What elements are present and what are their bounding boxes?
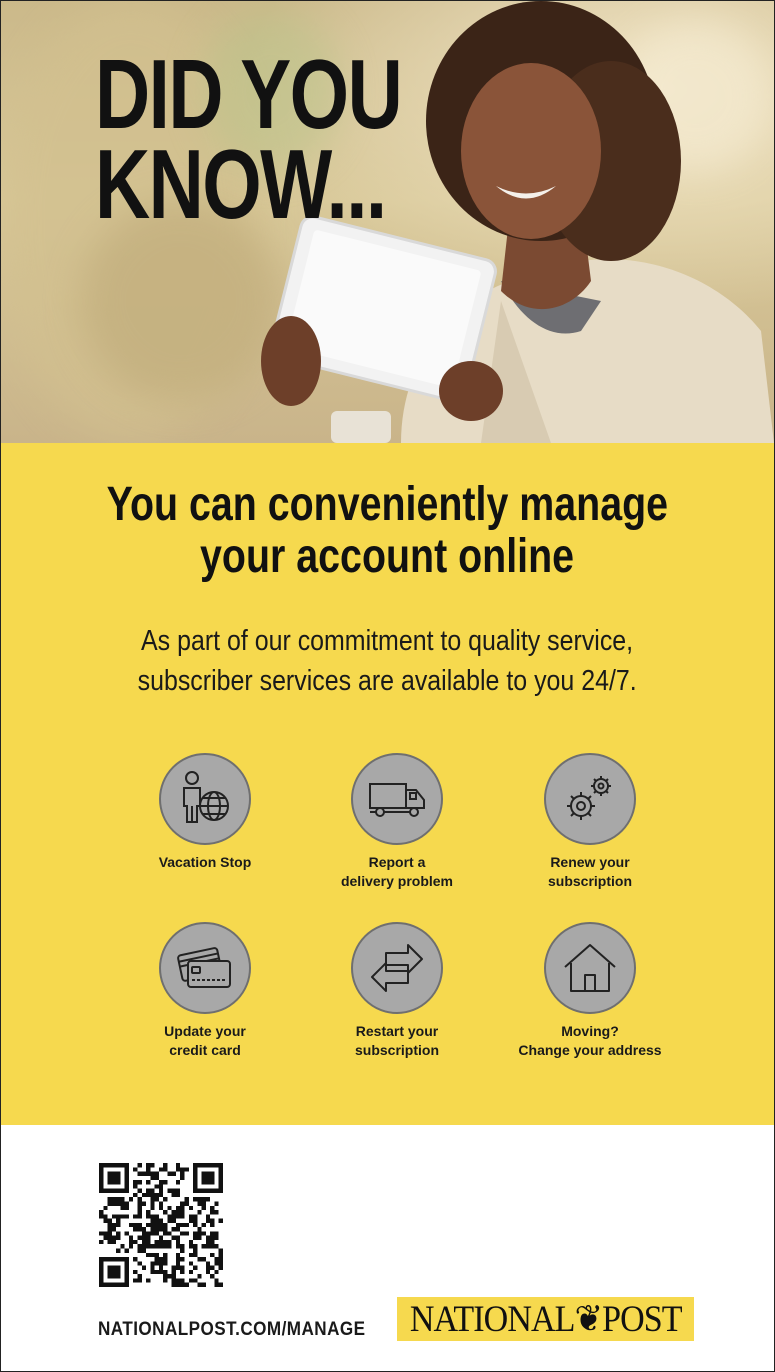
headline-line2: your account online <box>200 530 575 583</box>
service-vacation-stop[interactable]: Vacation Stop <box>105 753 305 872</box>
gears-icon <box>567 776 611 820</box>
gears-icon-circle <box>544 753 636 845</box>
person-globe-icon-circle <box>159 753 251 845</box>
service-label: Update your credit card <box>105 1022 305 1060</box>
hero-title: DID YOU KNOW... <box>95 39 403 239</box>
credit-card-icon-circle <box>159 922 251 1014</box>
service-label-line1: Vacation Stop <box>158 854 252 870</box>
subheadline: As part of our commitment to quality ser… <box>1 621 774 701</box>
credit-card-icon <box>177 947 231 988</box>
service-label: Report a delivery problem <box>297 853 497 891</box>
service-update-credit-card[interactable]: Update your credit card <box>105 922 305 1060</box>
service-label-line1: Renew your <box>550 854 630 870</box>
service-label-line1: Restart your <box>355 1023 439 1039</box>
service-label-line2: Change your address <box>518 1042 662 1058</box>
hero-title-line1: DID YOU <box>95 39 403 149</box>
manage-url-text: NATIONALPOST.COM/MANAGE <box>98 1319 366 1340</box>
service-label: Vacation Stop <box>105 853 305 872</box>
service-report-delivery-problem[interactable]: Report a delivery problem <box>297 753 497 891</box>
delivery-truck-icon-circle <box>351 753 443 845</box>
arrows-exchange-icon-circle <box>351 922 443 1014</box>
hero-photo: DID YOU KNOW... <box>1 1 774 443</box>
national-post-logo: NATIONAL❦POST <box>397 1297 694 1341</box>
service-label-line2: delivery problem <box>340 873 454 889</box>
service-renew-subscription[interactable]: Renew your subscription <box>490 753 690 891</box>
subhead-line2: subscriber services are available to you… <box>137 665 638 697</box>
manage-url-link[interactable]: NATIONALPOST.COM/MANAGE <box>98 1319 395 1341</box>
house-icon <box>564 944 616 992</box>
headline: You can conveniently manage your account… <box>1 479 774 583</box>
service-label-line1: Report a <box>368 854 426 870</box>
service-label-line2: subscription <box>354 1042 439 1058</box>
service-label: Renew your subscription <box>490 853 690 891</box>
delivery-truck-icon <box>369 783 425 817</box>
service-label-line2: credit card <box>169 1042 241 1058</box>
service-change-address[interactable]: Moving? Change your address <box>490 922 690 1060</box>
service-label-line1: Update your <box>164 1023 246 1039</box>
advertisement: DID YOU KNOW... You can conveniently man… <box>0 0 775 1372</box>
service-label: Restart your subscription <box>297 1022 497 1060</box>
headline-line1: You can conveniently manage <box>106 478 669 531</box>
service-restart-subscription[interactable]: Restart your subscription <box>297 922 497 1060</box>
arrows-exchange-icon <box>371 944 423 992</box>
hero-title-line2: KNOW... <box>95 129 387 239</box>
qr-code[interactable] <box>97 1163 225 1287</box>
logo-wordmark: NATIONAL❦POST <box>409 1299 683 1340</box>
subhead-line1: As part of our commitment to quality ser… <box>141 625 634 657</box>
service-label-line1: Moving? <box>561 1023 619 1039</box>
service-label-line2: subscription <box>547 873 632 889</box>
person-globe-icon <box>183 771 229 823</box>
house-icon-circle <box>544 922 636 1014</box>
service-label: Moving? Change your address <box>490 1022 690 1060</box>
